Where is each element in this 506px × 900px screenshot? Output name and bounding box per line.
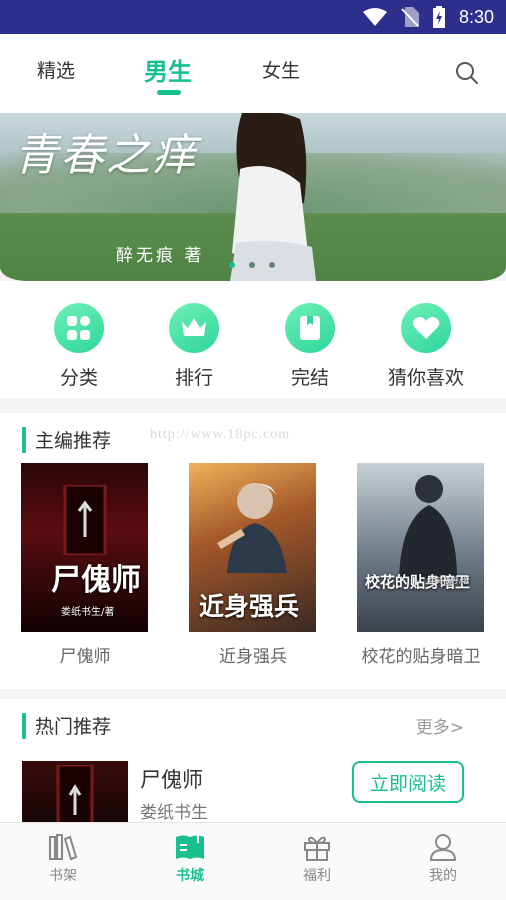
nav-bookshelf[interactable]: 书架	[23, 833, 103, 885]
book-title: 近身强兵	[219, 647, 287, 667]
section-title: 主编推荐	[35, 430, 112, 452]
tab-male[interactable]: 男生	[144, 52, 192, 87]
book-cover: 近身强兵	[189, 463, 316, 632]
book-title: 尸傀师	[59, 647, 111, 667]
book-card[interactable]: 尸傀师 娄纸书生/著 尸傀师	[21, 463, 149, 667]
banner-carousel[interactable]: 青春之痒 醉无痕 著	[0, 113, 506, 281]
bottom-navigation: 书架 书城 福利 我的	[0, 822, 506, 900]
book-cover	[22, 761, 128, 823]
book-icon	[300, 316, 320, 340]
carousel-dot[interactable]	[269, 262, 275, 268]
category-ranking[interactable]: 排行	[144, 303, 244, 390]
carousel-dots	[229, 262, 275, 268]
crown-icon	[182, 318, 206, 336]
clock: 8:30	[458, 6, 494, 27]
top-navigation: 精选 男生 女生	[0, 34, 506, 113]
category-shortcuts: 分类 排行 完结 猜你喜欢	[0, 281, 506, 398]
book-card[interactable]: 近身强兵 近身强兵	[189, 463, 317, 667]
carousel-dot[interactable]	[249, 262, 255, 268]
book-cover: 校花的贴身暗卫 红贫福呼/著	[357, 463, 484, 632]
hot-recommend-section: 热门推荐 更多>	[0, 699, 506, 759]
heart-icon	[412, 317, 440, 339]
banner-title: 青春之痒	[14, 130, 198, 181]
editor-recommend-section: 主编推荐 http://www.18pc.com 尸傀师 娄纸书生/著 尸傀师 …	[0, 413, 506, 689]
book-card[interactable]: 校花的贴身暗卫 红贫福呼/著 校花的贴身暗卫	[357, 463, 485, 667]
banner-author: 醉无痕 著	[116, 246, 205, 266]
nav-mine[interactable]: 我的	[403, 833, 483, 885]
tab-featured[interactable]: 精选	[37, 56, 75, 83]
active-tab-indicator	[157, 90, 181, 95]
more-link[interactable]: 更多>	[416, 713, 464, 738]
bookshelf-icon	[49, 834, 78, 861]
cover-art	[56, 765, 94, 823]
category-classify[interactable]: 分类	[29, 303, 129, 390]
no-sim-icon	[401, 7, 419, 27]
category-completed[interactable]: 完结	[260, 303, 360, 390]
read-now-button[interactable]: 立即阅读	[352, 761, 464, 803]
cover-art	[217, 483, 287, 573]
gift-icon	[304, 836, 330, 861]
wifi-icon	[362, 8, 387, 26]
book-title: 尸傀师	[140, 768, 203, 792]
bookstore-icon	[176, 834, 204, 859]
section-marker	[22, 712, 26, 739]
tab-female[interactable]: 女生	[262, 56, 300, 83]
battery-charging-icon	[432, 6, 445, 28]
user-icon	[429, 834, 457, 861]
banner-illustration	[230, 113, 316, 281]
category-recommend-for-you[interactable]: 猜你喜欢	[376, 303, 476, 390]
cover-art	[399, 475, 457, 579]
grid-icon	[67, 316, 90, 340]
section-title: 热门推荐	[35, 716, 112, 738]
nav-bookstore[interactable]: 书城	[150, 833, 230, 885]
book-author: 娄纸书生	[140, 803, 208, 823]
book-title: 校花的贴身暗卫	[361, 647, 481, 667]
carousel-dot[interactable]	[229, 262, 235, 268]
cover-art	[63, 485, 107, 555]
section-marker	[22, 426, 26, 453]
hot-book-item[interactable]: 尸傀师 娄纸书生 立即阅读	[0, 759, 506, 823]
watermark-text: http://www.18pc.com	[150, 427, 291, 442]
status-bar: 8:30	[0, 0, 506, 34]
search-icon[interactable]	[455, 61, 479, 85]
nav-benefits[interactable]: 福利	[277, 833, 357, 885]
book-cover: 尸傀师 娄纸书生/著	[21, 463, 148, 632]
